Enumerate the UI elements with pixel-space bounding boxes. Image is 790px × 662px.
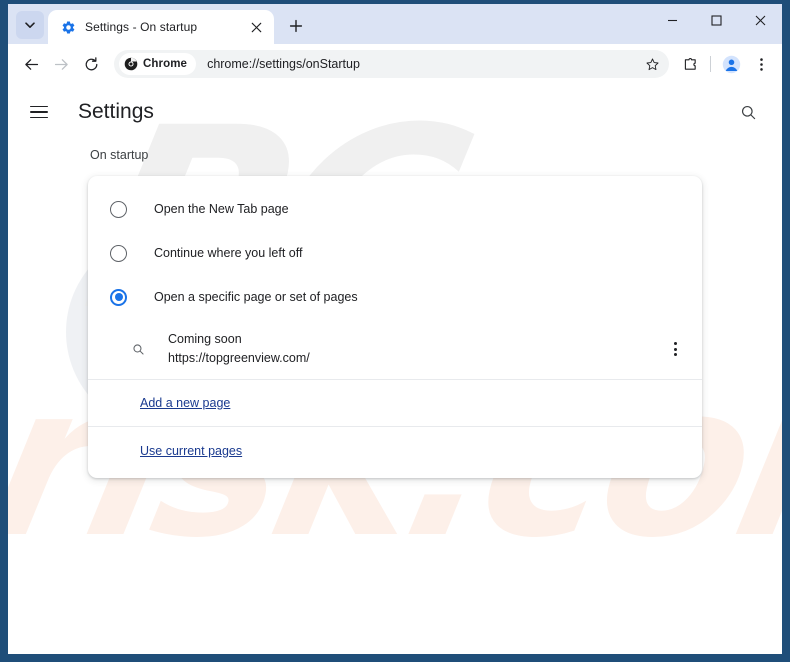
- tab-search-button[interactable]: [16, 11, 44, 39]
- startup-option-label: Open a specific page or set of pages: [154, 290, 358, 304]
- star-icon[interactable]: [639, 51, 665, 77]
- chrome-logo-icon: [124, 57, 138, 71]
- tab-strip: Settings - On startup: [8, 4, 782, 44]
- startup-option-new-tab-page[interactable]: Open the New Tab page: [88, 187, 702, 231]
- use-current-pages-link[interactable]: Use current pages: [140, 444, 242, 458]
- add-a-new-page-link[interactable]: Add a new page: [140, 396, 230, 410]
- settings-page: PC risk.com Settings On startup: [8, 84, 782, 654]
- minimize-button[interactable]: [650, 4, 694, 36]
- extensions-button[interactable]: [675, 49, 705, 79]
- plus-icon: [289, 19, 303, 33]
- startup-page-texts: Coming soon https://topgreenview.com/: [168, 330, 662, 368]
- startup-option-label: Continue where you left off: [154, 246, 303, 260]
- maximize-button[interactable]: [694, 4, 738, 36]
- section-label-on-startup: On startup: [90, 148, 149, 162]
- chevron-down-icon: [25, 22, 35, 28]
- hamburger-menu-icon[interactable]: [30, 98, 58, 126]
- omnibox-chip-label: Chrome: [143, 58, 188, 70]
- omnibox-chrome-chip: Chrome: [119, 53, 197, 75]
- profile-button[interactable]: [716, 49, 746, 79]
- account-avatar-icon: [722, 55, 740, 73]
- browser-toolbar: Chrome chrome://settings/onStartup: [8, 44, 782, 84]
- new-tab-button[interactable]: [282, 12, 310, 40]
- startup-option-label: Open the New Tab page: [154, 202, 289, 216]
- page-title: Settings: [78, 100, 154, 123]
- close-icon: [755, 15, 765, 25]
- puzzle-piece-icon: [684, 57, 696, 70]
- search-icon: [126, 337, 150, 361]
- radio-button-selected[interactable]: [110, 288, 127, 306]
- three-dot-menu-icon: [759, 57, 763, 71]
- tab-title: Settings - On startup: [85, 20, 198, 34]
- browser-window-frame: Settings - On startup Chrome chrome://se…: [0, 0, 790, 662]
- add-new-page-row: Add a new page: [88, 380, 702, 427]
- arrow-forward-icon: [54, 58, 68, 70]
- forward-button[interactable]: [46, 49, 76, 79]
- browser-menu-button[interactable]: [746, 49, 776, 79]
- arrow-back-icon: [24, 58, 38, 70]
- three-dot-menu-icon[interactable]: [662, 336, 688, 362]
- startup-page-row[interactable]: Coming soon https://topgreenview.com/: [88, 321, 702, 380]
- browser-tab-active[interactable]: Settings - On startup: [48, 10, 274, 44]
- minimize-icon: [667, 19, 677, 21]
- on-startup-card: Open the New Tab page Continue where you…: [88, 176, 702, 478]
- address-bar[interactable]: Chrome chrome://settings/onStartup: [114, 50, 669, 78]
- tab-close-button[interactable]: [246, 17, 266, 37]
- startup-option-specific-pages[interactable]: Open a specific page or set of pages: [88, 275, 702, 319]
- startup-page-url: https://topgreenview.com/: [168, 351, 310, 365]
- startup-option-continue-where-left-off[interactable]: Continue where you left off: [88, 231, 702, 275]
- reload-button[interactable]: [76, 49, 106, 79]
- radio-button[interactable]: [110, 244, 127, 262]
- settings-content: On startup Open the New Tab page Continu…: [8, 148, 782, 478]
- browser-window: Settings - On startup Chrome chrome://se…: [8, 4, 782, 654]
- settings-header: Settings: [8, 84, 782, 140]
- back-button[interactable]: [16, 49, 46, 79]
- toolbar-separator: [710, 56, 711, 72]
- reload-icon: [85, 56, 97, 70]
- search-icon[interactable]: [732, 96, 764, 128]
- use-current-pages-row: Use current pages: [88, 427, 702, 478]
- close-window-button[interactable]: [738, 4, 782, 36]
- startup-pages-list: Coming soon https://topgreenview.com/ Ad…: [88, 319, 702, 478]
- gear-icon: [60, 19, 76, 35]
- maximize-icon: [710, 14, 722, 26]
- omnibox-url-text[interactable]: chrome://settings/onStartup: [207, 57, 639, 71]
- radio-button[interactable]: [110, 200, 127, 218]
- window-controls: [650, 4, 782, 36]
- startup-page-name: Coming soon: [168, 332, 242, 346]
